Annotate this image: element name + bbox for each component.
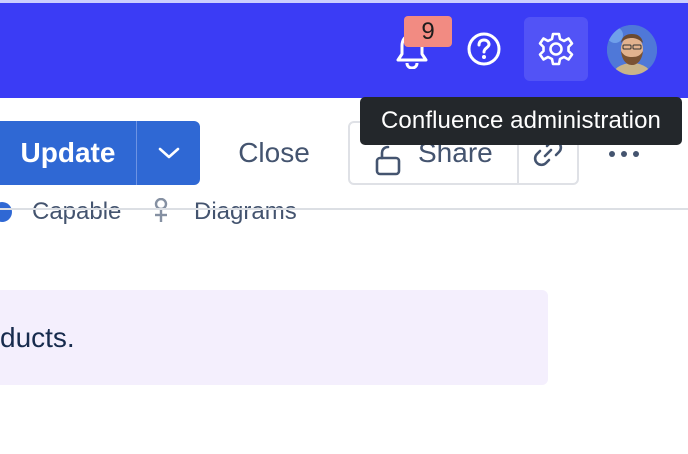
help-button[interactable] [462, 27, 506, 71]
more-dot-icon [633, 151, 639, 157]
chevron-down-icon [158, 147, 179, 159]
user-avatar[interactable] [607, 25, 657, 75]
avatar-image [607, 25, 657, 75]
top-edge [0, 0, 688, 3]
toolbar-divider [0, 208, 688, 210]
diagrams-icon [154, 198, 168, 222]
update-button[interactable]: Update [0, 121, 136, 185]
notification-count-badge: 9 [404, 16, 452, 47]
update-options-button[interactable] [137, 121, 200, 185]
settings-tooltip: Confluence administration [360, 97, 682, 145]
help-icon [467, 32, 501, 66]
highlight-panel: ducts. [0, 290, 548, 385]
settings-icon [538, 32, 574, 66]
more-dot-icon [621, 151, 627, 157]
close-button[interactable]: Close [218, 121, 330, 185]
more-dot-icon [609, 151, 615, 157]
capable-icon [0, 202, 12, 222]
update-split-divider [136, 121, 137, 185]
settings-button[interactable] [524, 17, 588, 81]
panel-text: ducts. [0, 322, 75, 353]
